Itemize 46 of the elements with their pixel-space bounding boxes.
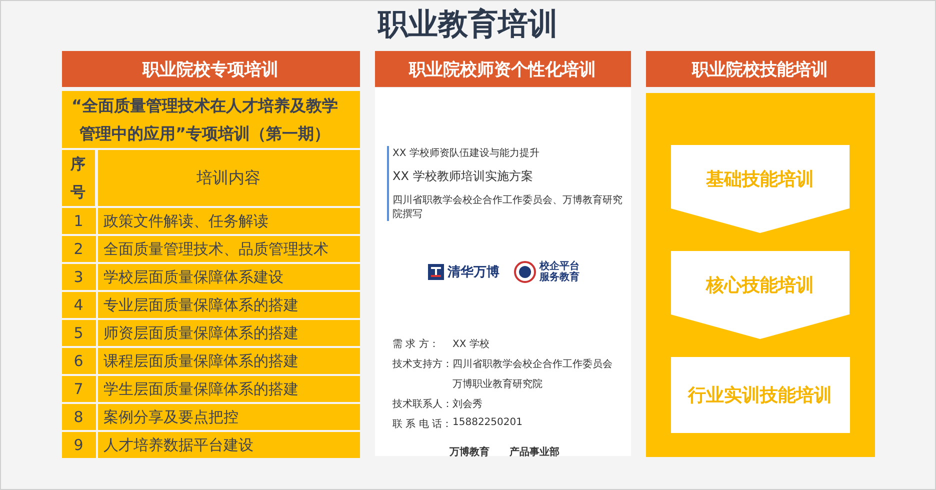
table-cell: 1 [62, 208, 96, 234]
info-value: 万博职业教育研究院 [452, 378, 544, 391]
page-title: 职业教育培训 [378, 6, 558, 44]
section-header: 职业院校师资个性化培训 [374, 51, 630, 87]
seal-logo-icon [514, 261, 536, 283]
info-value: 四川省职教学会校企合作工作委员会 [452, 358, 614, 371]
course-title: “全面质量管理技术在人才培养及教学管理中的应用”专项培训（第一期） [62, 91, 360, 148]
arrow-step: 核心技能培训 [670, 251, 850, 339]
table-cell: 学生层面质量保障体系的搭建 [98, 376, 360, 402]
document-author: 四川省职教学会校企合作工作委员会、万博教育研究院撰写 [392, 194, 622, 221]
table-cell: 6 [62, 348, 96, 374]
table-cell: 2 [62, 236, 96, 262]
table-cell: 8 [62, 404, 96, 430]
table-cell: 课程层面质量保障体系的搭建 [98, 348, 360, 374]
column-header: 培训内容 [98, 150, 360, 206]
document-title: XX 学校教师培训实施方案 [392, 168, 534, 185]
table-cell: 5 [62, 320, 96, 346]
info-label: 技术联系人： [392, 398, 452, 411]
table-cell: 案例分享及要点把控 [98, 404, 360, 430]
info-label: 联 系 电 话： [392, 418, 452, 431]
table-cell: 政策文件解读、任务解读 [98, 208, 360, 234]
info-value: 刘会秀 [452, 398, 484, 411]
footer-text: 万博教育 [450, 445, 490, 459]
table-cell: 人才培养数据平台建设 [98, 432, 360, 458]
table-cell: 9 [62, 432, 96, 458]
logo-text: 清华万博 [448, 264, 500, 281]
arrow-step: 基础技能培训 [670, 145, 850, 233]
document-series: XX 学校师资队伍建设与能力提升 [392, 146, 540, 160]
table-cell: 4 [62, 292, 96, 318]
footer-text: 产品事业部 [510, 446, 560, 459]
info-value: 15882250201 [452, 417, 524, 428]
section-header: 职业院校专项培训 [62, 51, 360, 87]
info-label: 技术支持方： [392, 358, 452, 372]
info-label: 需 求 方： [392, 338, 440, 351]
column-header: 序号 [62, 150, 94, 206]
brand-logo-icon [428, 264, 444, 280]
table-cell: 专业层面质量保障体系的搭建 [98, 292, 360, 318]
section-header: 职业院校技能培训 [646, 51, 874, 87]
table-cell: 7 [62, 376, 96, 402]
logo-text: 校企平台服务教育 [540, 261, 580, 283]
table-cell: 3 [62, 264, 96, 290]
info-value: XX 学校 [452, 338, 490, 351]
table-cell: 学校层面质量保障体系建设 [98, 264, 360, 290]
table-cell: 师资层面质量保障体系的搭建 [98, 320, 360, 346]
table-cell: 全面质量管理技术、品质管理技术 [98, 236, 360, 262]
step-box: 行业实训技能培训 [670, 357, 850, 433]
